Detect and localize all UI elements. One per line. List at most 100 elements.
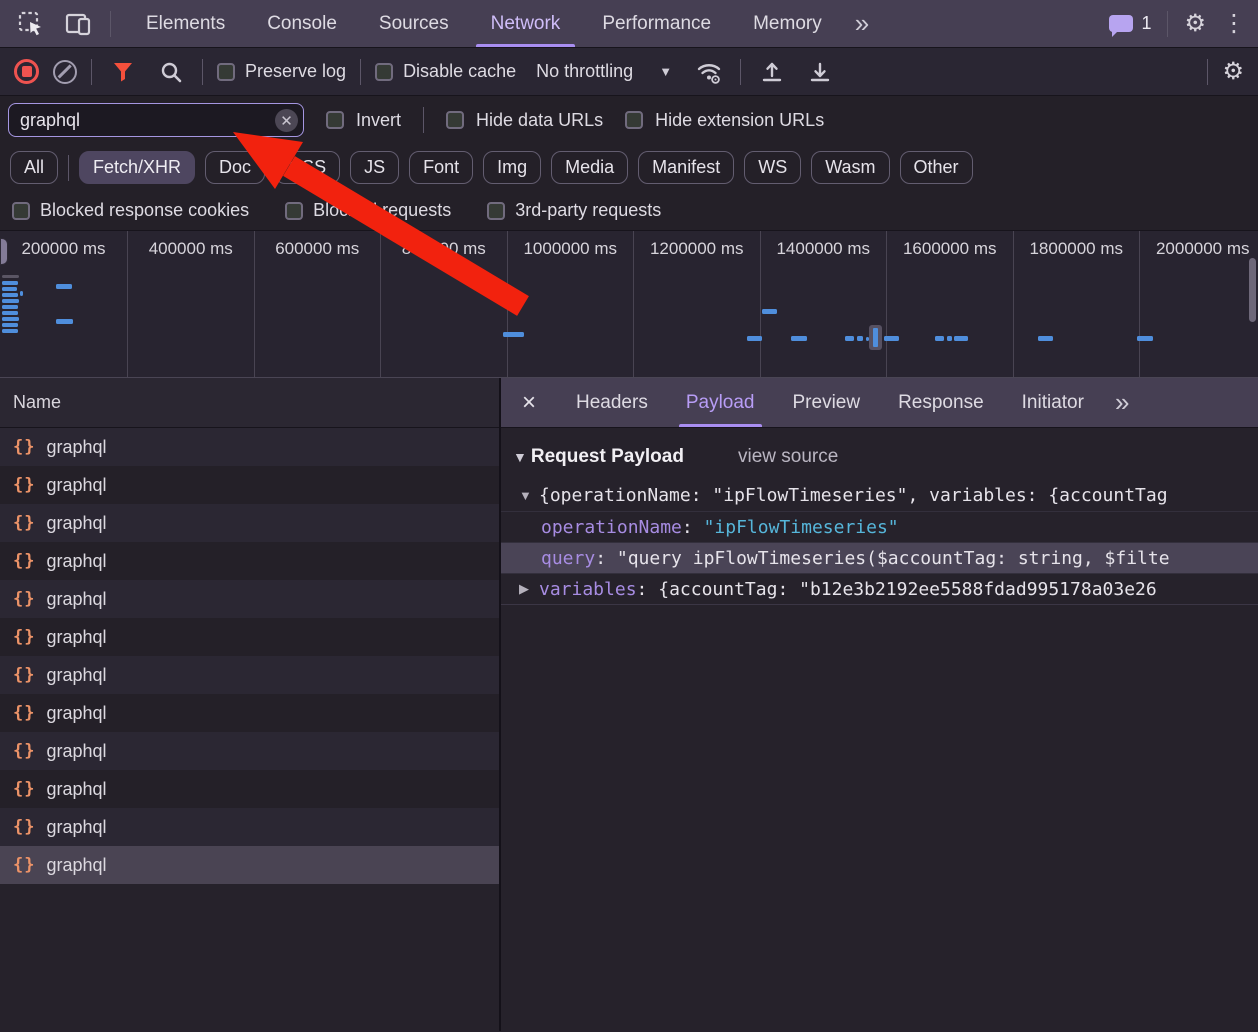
table-row[interactable]: {}graphql — [0, 694, 499, 732]
tab-performance[interactable]: Performance — [581, 0, 732, 47]
clear-network-log-icon[interactable] — [53, 60, 77, 84]
tab-initiator[interactable]: Initiator — [1003, 378, 1103, 427]
preserve-log-label: Preserve log — [245, 61, 346, 82]
table-row[interactable]: {}graphql — [0, 770, 499, 808]
payload-pane: ▼ Request Payload view source ▼ {operati… — [501, 428, 1258, 1031]
chip-img[interactable]: Img — [483, 151, 541, 184]
divider — [360, 59, 361, 85]
chip-doc[interactable]: Doc — [205, 151, 265, 184]
table-row-selected[interactable]: {}graphql — [0, 846, 499, 884]
overview-timeline[interactable]: 200000 ms400000 ms600000 ms800000 ms1000… — [0, 231, 1258, 378]
tab-payload[interactable]: Payload — [667, 378, 774, 427]
hide-data-urls-checkbox[interactable]: Hide data URLs — [446, 110, 603, 131]
checkbox-box — [12, 202, 30, 220]
request-name: graphql — [46, 779, 106, 800]
chip-other[interactable]: Other — [900, 151, 973, 184]
network-settings-gear-icon[interactable]: ⚙ — [1222, 60, 1244, 84]
tab-network[interactable]: Network — [470, 0, 582, 47]
import-har-icon[interactable] — [755, 55, 789, 89]
collapsed-caret-icon[interactable]: ▶ — [519, 581, 539, 597]
table-row[interactable]: {}graphql — [0, 466, 499, 504]
request-name: graphql — [46, 627, 106, 648]
record-network-log-icon[interactable] — [14, 59, 39, 84]
chip-wasm[interactable]: Wasm — [811, 151, 889, 184]
payload-root-row[interactable]: ▼ {operationName: "ipFlowTimeseries", va… — [501, 480, 1258, 511]
table-row[interactable]: {} graphql — [0, 732, 499, 770]
json-file-icon: {} — [13, 741, 35, 761]
clear-filter-icon[interactable]: ✕ — [275, 109, 298, 132]
blocked-response-cookies-checkbox[interactable]: Blocked response cookies — [12, 200, 249, 221]
waterfall-bar — [2, 281, 18, 285]
table-row[interactable]: {}graphql — [0, 504, 499, 542]
checkbox-box — [487, 202, 505, 220]
tab-elements[interactable]: Elements — [125, 0, 246, 47]
filter-row: ✕ Invert Hide data URLs Hide extension U… — [0, 96, 1258, 144]
chip-css[interactable]: CSS — [275, 151, 340, 184]
throttling-select[interactable]: No throttling ▼ — [530, 61, 678, 82]
panel-tabs: Elements Console Sources Network Perform… — [125, 0, 879, 47]
third-party-requests-checkbox[interactable]: 3rd-party requests — [487, 200, 661, 221]
payload-row-query-selected[interactable]: query: "query ipFlowTimeseries($accountT… — [501, 542, 1258, 573]
tab-console[interactable]: Console — [246, 0, 358, 47]
network-conditions-icon[interactable] — [692, 55, 726, 89]
tab-sources[interactable]: Sources — [358, 0, 470, 47]
chip-manifest[interactable]: Manifest — [638, 151, 734, 184]
chip-js[interactable]: JS — [350, 151, 399, 184]
third-party-requests-label: 3rd-party requests — [515, 200, 661, 221]
tab-preview[interactable]: Preview — [774, 378, 880, 427]
section-expand-caret-icon[interactable]: ▼ — [513, 449, 527, 465]
close-icon[interactable]: × — [501, 389, 557, 417]
hide-extension-urls-checkbox[interactable]: Hide extension URLs — [625, 110, 824, 131]
chip-media[interactable]: Media — [551, 151, 628, 184]
chip-font[interactable]: Font — [409, 151, 473, 184]
export-har-icon[interactable] — [803, 55, 837, 89]
inspect-element-icon[interactable] — [14, 7, 48, 41]
name-column-header[interactable]: Name — [0, 378, 499, 428]
invert-checkbox[interactable]: Invert — [326, 110, 401, 131]
kebab-menu-icon[interactable]: ⋮ — [1222, 12, 1246, 36]
device-toolbar-icon[interactable] — [62, 7, 96, 41]
json-file-icon: {} — [13, 817, 35, 837]
expanded-caret-icon[interactable]: ▼ — [519, 488, 539, 503]
chip-ws[interactable]: WS — [744, 151, 801, 184]
tab-headers[interactable]: Headers — [557, 378, 667, 427]
table-row[interactable]: {}graphql — [0, 542, 499, 580]
filter-funnel-icon[interactable] — [106, 55, 140, 89]
request-detail-panel: × Headers Payload Preview Response Initi… — [501, 378, 1258, 1031]
waterfall-bar — [2, 293, 18, 297]
issues-counter[interactable]: 1 — [1109, 13, 1151, 34]
blocked-requests-checkbox[interactable]: Blocked requests — [285, 200, 451, 221]
divider — [740, 59, 741, 85]
search-icon[interactable] — [154, 55, 188, 89]
filter-input[interactable] — [8, 103, 304, 137]
waterfall-bar — [947, 336, 952, 341]
table-row[interactable]: {}graphql — [0, 580, 499, 618]
table-row[interactable]: {}graphql — [0, 428, 499, 466]
table-row[interactable]: {}graphql — [0, 808, 499, 846]
view-source-link[interactable]: view source — [738, 446, 838, 468]
chip-fetch-xhr[interactable]: Fetch/XHR — [79, 151, 195, 184]
tab-response[interactable]: Response — [879, 378, 1003, 427]
hide-extension-urls-label: Hide extension URLs — [655, 110, 824, 131]
overview-scrollbar-thumb[interactable] — [1249, 258, 1256, 322]
table-row[interactable]: {}graphql — [0, 656, 499, 694]
divider — [1167, 11, 1168, 37]
request-name: graphql — [46, 741, 106, 762]
settings-gear-icon[interactable]: ⚙ — [1184, 12, 1206, 36]
more-detail-tabs-icon[interactable]: » — [1103, 387, 1139, 418]
payload-row-operationname[interactable]: operationName: "ipFlowTimeseries" — [501, 511, 1258, 542]
table-row[interactable]: {}graphql — [0, 618, 499, 656]
json-key: variables — [539, 579, 637, 600]
waterfall-bar — [762, 309, 777, 314]
waterfall-bar — [845, 336, 854, 341]
disable-cache-checkbox[interactable]: Disable cache — [375, 61, 516, 82]
waterfall-bar — [791, 336, 807, 341]
preserve-log-checkbox[interactable]: Preserve log — [217, 61, 346, 82]
chip-all[interactable]: All — [10, 151, 58, 184]
waterfall-bar — [2, 299, 19, 303]
checkbox-box — [217, 63, 235, 81]
payload-row-variables[interactable]: ▶ variables: {accountTag: "b12e3b2192ee5… — [501, 573, 1258, 604]
more-tabs-icon[interactable]: » — [843, 8, 879, 39]
tab-memory[interactable]: Memory — [732, 0, 843, 47]
overview-left-scroll-thumb[interactable] — [0, 238, 8, 265]
